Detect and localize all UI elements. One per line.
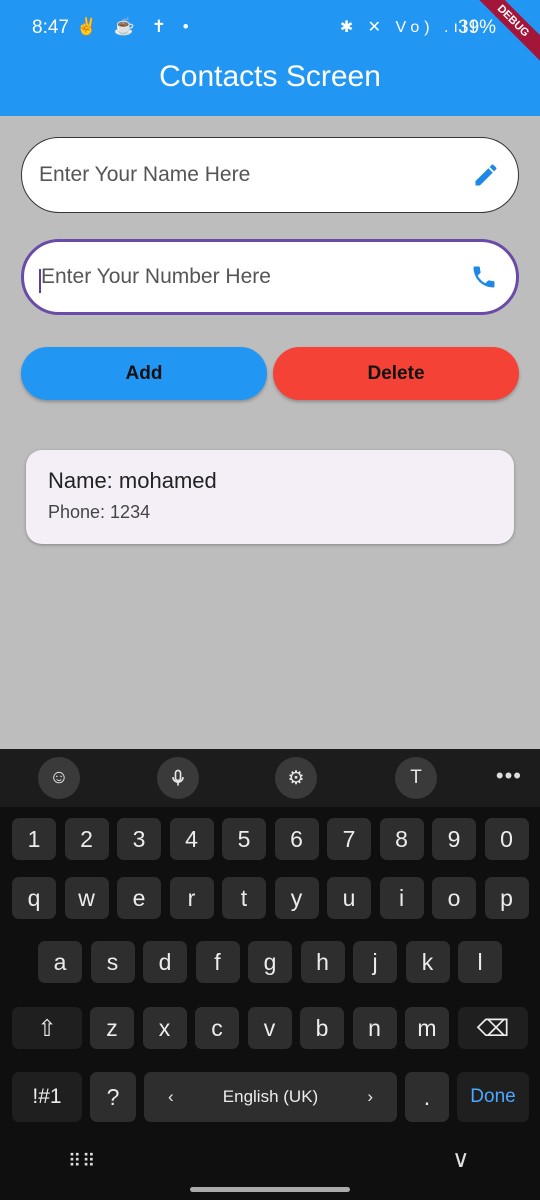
key-f[interactable]: f: [195, 941, 240, 983]
keyboard-toolbar: ☺ ⚙ T •••: [0, 749, 540, 807]
key-v[interactable]: v: [247, 1007, 292, 1049]
key-u[interactable]: u: [327, 877, 371, 919]
more-icon[interactable]: •••: [496, 763, 522, 789]
key-n[interactable]: n: [352, 1007, 397, 1049]
debug-banner: DEBUG: [467, 0, 540, 67]
phone-icon: [473, 266, 495, 288]
key-o[interactable]: o: [432, 877, 476, 919]
status-bar: 8:47 ✌ ☕ ✝ • ✱ ✕ Vo) .ıll 39%: [0, 0, 540, 56]
key-g[interactable]: g: [248, 941, 292, 983]
key-k[interactable]: k: [405, 941, 450, 983]
number-input[interactable]: Enter Your Number Here: [21, 239, 519, 315]
backspace-key[interactable]: ⌫: [458, 1007, 528, 1049]
key-y[interactable]: y: [274, 877, 319, 919]
page-title: Contacts Screen: [159, 60, 381, 93]
contact-name: Name: mohamed: [48, 468, 217, 493]
key-5[interactable]: 5: [222, 818, 266, 860]
shift-key[interactable]: ⇧: [12, 1007, 82, 1049]
key-a[interactable]: a: [38, 941, 82, 983]
key-0[interactable]: 0: [484, 818, 529, 860]
app-bar: 8:47 ✌ ☕ ✝ • ✱ ✕ Vo) .ıll 39% Contacts S…: [0, 0, 540, 116]
microphone-icon[interactable]: [157, 757, 199, 799]
contact-phone: Phone: 1234: [48, 502, 151, 522]
name-input[interactable]: Enter Your Name Here: [21, 137, 519, 213]
settings-icon[interactable]: ⚙: [275, 757, 317, 799]
status-time: 8:47: [32, 17, 69, 38]
symbols-key[interactable]: !#1: [12, 1072, 82, 1122]
soft-keyboard: ☺ ⚙ T ••• 1 2 3 4 5 6 7 8 9 0 q w e r t y u i o p a s d f g h j k l ⇧…: [0, 749, 540, 1200]
key-w[interactable]: w: [64, 877, 109, 919]
add-button[interactable]: Add: [21, 347, 267, 400]
name-input-placeholder: Enter Your Name Here: [39, 163, 251, 186]
space-label: English (UK): [222, 1087, 319, 1106]
pencil-icon: [475, 164, 497, 186]
done-key[interactable]: Done: [457, 1072, 529, 1122]
space-key[interactable]: ‹ English (UK) ›: [144, 1072, 397, 1122]
key-8[interactable]: 8: [379, 818, 424, 860]
key-b[interactable]: b: [300, 1007, 344, 1049]
key-m[interactable]: m: [405, 1007, 449, 1049]
key-r[interactable]: r: [169, 877, 214, 919]
key-s[interactable]: s: [90, 941, 135, 983]
number-input-placeholder: Enter Your Number Here: [41, 265, 271, 288]
status-notification-icons: ✌ ☕ ✝ •: [76, 17, 195, 36]
key-j[interactable]: j: [353, 941, 397, 983]
key-7[interactable]: 7: [327, 818, 371, 860]
key-2[interactable]: 2: [64, 818, 109, 860]
microphone-glyph: [172, 769, 184, 786]
key-q[interactable]: q: [12, 877, 56, 919]
space-right-arrow: ›: [367, 1087, 373, 1106]
key-1[interactable]: 1: [12, 818, 56, 860]
key-i[interactable]: i: [379, 877, 424, 919]
key-6[interactable]: 6: [274, 818, 319, 860]
debug-banner-wrap: DEBUG: [460, 0, 540, 80]
home-indicator[interactable]: [190, 1187, 350, 1192]
key-x[interactable]: x: [142, 1007, 187, 1049]
navigation-bar: ⠿⠿ ∨: [0, 1141, 540, 1200]
key-3[interactable]: 3: [117, 818, 161, 860]
key-4[interactable]: 4: [169, 818, 214, 860]
key-d[interactable]: d: [143, 941, 187, 983]
keyboard-switch-icon[interactable]: ⠿⠿: [68, 1151, 96, 1172]
key-9[interactable]: 9: [432, 818, 476, 860]
question-key[interactable]: ?: [90, 1072, 136, 1122]
emoji-icon[interactable]: ☺: [38, 757, 80, 799]
key-c[interactable]: c: [195, 1007, 239, 1049]
period-key[interactable]: .: [405, 1072, 449, 1122]
delete-button[interactable]: Delete: [273, 347, 519, 400]
space-left-arrow: ‹: [168, 1087, 174, 1106]
key-h[interactable]: h: [300, 941, 345, 983]
key-p[interactable]: p: [484, 877, 529, 919]
contact-card[interactable]: Name: mohamed Phone: 1234: [26, 450, 514, 544]
key-z[interactable]: z: [90, 1007, 134, 1049]
key-t[interactable]: t: [222, 877, 266, 919]
key-e[interactable]: e: [117, 877, 161, 919]
handwriting-icon[interactable]: T: [395, 757, 437, 799]
hide-keyboard-icon[interactable]: ∨: [452, 1145, 470, 1174]
key-l[interactable]: l: [458, 941, 502, 983]
